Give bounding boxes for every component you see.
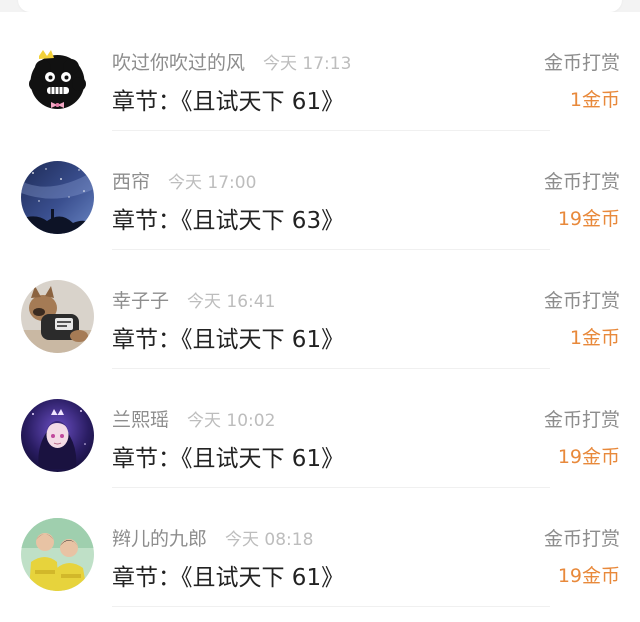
chapter-title[interactable]: 章节：《且试天下 61》	[112, 558, 344, 592]
starry-night-sky-avatar-icon[interactable]	[21, 161, 94, 234]
reward-list: 吹过你吹过的风 今天 17:13 章节：《且试天下 61》 金币打赏 1金币 西…	[0, 12, 640, 622]
list-item[interactable]: 辫儿的九郎 今天 08:18 章节：《且试天下 61》 金币打赏 19金币	[0, 488, 640, 607]
timestamp: 今天 17:00	[168, 173, 257, 193]
reward-label: 金币打赏	[543, 171, 620, 193]
timestamp: 今天 16:41	[187, 292, 276, 312]
reward-amount: 1金币	[569, 89, 620, 111]
chapter-title[interactable]: 章节：《且试天下 63》	[112, 201, 344, 235]
user-name-line: 幸子子 今天 16:41	[112, 286, 275, 313]
chapter-title[interactable]: 章节：《且试天下 61》	[112, 439, 344, 473]
dog-in-shirt-avatar-icon[interactable]	[21, 280, 94, 353]
timestamp: 今天 10:02	[187, 411, 276, 431]
reward-amount: 1金币	[569, 327, 620, 349]
chapter-title[interactable]: 章节：《且试天下 61》	[112, 320, 344, 354]
reward-label: 金币打赏	[543, 290, 620, 312]
user-name-line: 辫儿的九郎 今天 08:18	[112, 524, 313, 551]
reward-label: 金币打赏	[543, 528, 620, 550]
list-item[interactable]: 幸子子 今天 16:41 章节：《且试天下 61》 金币打赏 1金币	[0, 250, 640, 369]
reward-amount: 19金币	[557, 446, 620, 468]
timestamp: 今天 08:18	[225, 530, 314, 550]
list-item[interactable]: 西帘 今天 17:00 章节：《且试天下 63》 金币打赏 19金币	[0, 131, 640, 250]
user-name[interactable]: 幸子子	[112, 290, 169, 312]
divider	[112, 606, 550, 607]
list-item[interactable]: 吹过你吹过的风 今天 17:13 章节：《且试天下 61》 金币打赏 1金币	[0, 12, 640, 131]
user-name-line: 西帘 今天 17:00	[112, 167, 256, 194]
timestamp: 今天 17:13	[263, 54, 352, 74]
reward-label: 金币打赏	[543, 409, 620, 431]
reward-amount: 19金币	[557, 565, 620, 587]
reward-label: 金币打赏	[543, 52, 620, 74]
user-name[interactable]: 吹过你吹过的风	[112, 52, 245, 74]
two-performers-avatar-icon[interactable]	[21, 518, 94, 591]
anime-girl-avatar-icon[interactable]	[21, 399, 94, 472]
top-card	[18, 0, 622, 12]
chapter-title[interactable]: 章节：《且试天下 61》	[112, 82, 344, 116]
list-item[interactable]: 兰熙瑶 今天 10:02 章节：《且试天下 61》 金币打赏 19金币	[0, 369, 640, 488]
user-name[interactable]: 西帘	[112, 171, 150, 193]
user-name-line: 吹过你吹过的风 今天 17:13	[112, 48, 351, 75]
user-name[interactable]: 兰熙瑶	[112, 409, 169, 431]
black-fuzzy-monster-avatar-icon[interactable]	[21, 42, 94, 115]
user-name[interactable]: 辫儿的九郎	[112, 528, 207, 550]
reward-amount: 19金币	[557, 208, 620, 230]
user-name-line: 兰熙瑶 今天 10:02	[112, 405, 275, 432]
